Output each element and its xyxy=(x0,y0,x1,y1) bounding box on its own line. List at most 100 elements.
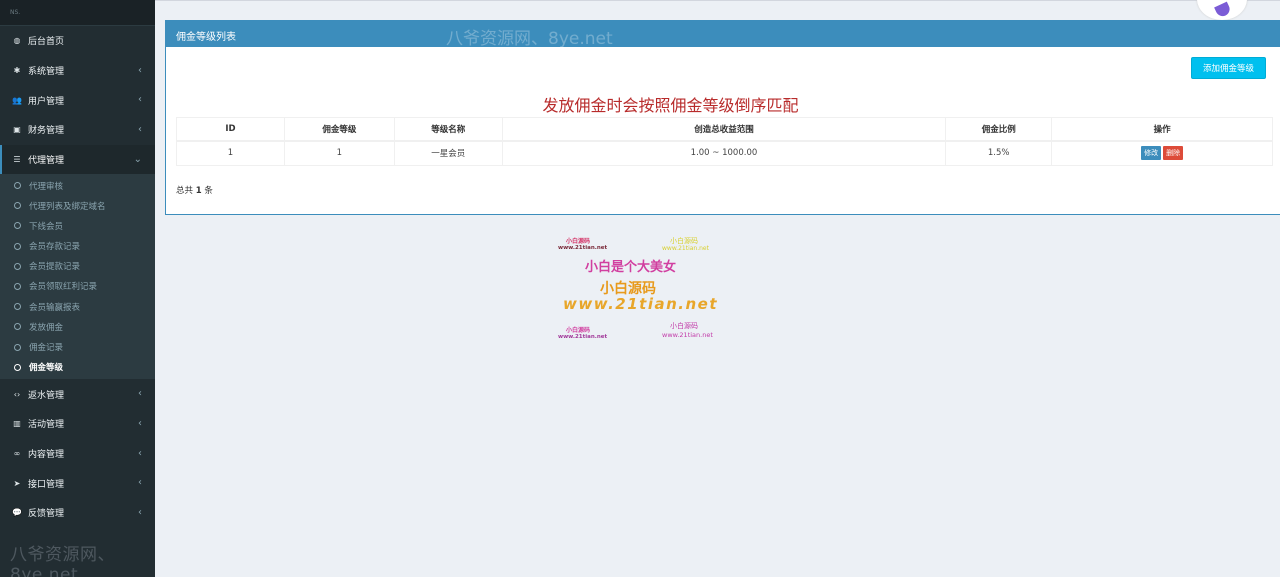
submenu-agent: 代理审核代理列表及绑定域名下线会员会员存款记录会员提款记录会员领取红利记录会员输… xyxy=(0,174,155,380)
submenu-item-label: 佣金等级 xyxy=(29,363,64,374)
total-count: 总共 1 条 xyxy=(176,184,213,196)
cell-level: 1 xyxy=(283,140,395,166)
commission-level-box: 佣金等级列表 八爷资源网、8ye.net 添加佣金等级 发放佣金时会按照佣金等级… xyxy=(165,20,1280,215)
header-watermark: 八爷资源网、8ye.net xyxy=(446,29,613,49)
delete-button[interactable]: 删除 xyxy=(1163,146,1184,161)
submenu-item-label: 下线会员 xyxy=(29,221,64,232)
submenu-item-3[interactable]: 会员存款记录 xyxy=(0,236,155,256)
sidebar: NS. ◍ 后台首页 ✱ 系统管理 ‹ 👥 用户管理 ‹ ▣ 财务管理 ‹ ☰ 代理管理 ⌄ 代理审核 代理… xyxy=(0,0,155,577)
submenu-item-4[interactable]: 会员提款记录 xyxy=(0,256,155,276)
money-icon: ▣ xyxy=(13,125,21,135)
col-range: 创造总收益范围 xyxy=(501,117,947,142)
chevron-down-icon: ⌄ xyxy=(133,153,142,165)
submenu-item-1[interactable]: 代理列表及绑定域名 xyxy=(0,196,155,216)
circle-icon xyxy=(14,242,21,250)
link-icon: ∞ xyxy=(13,449,21,459)
circle-icon xyxy=(14,343,21,351)
sidebar-item-top-4[interactable]: ☰ 代理管理 ⌄ xyxy=(0,144,155,175)
wm-small4-title: 小白源码 xyxy=(670,322,698,330)
circle-icon xyxy=(14,222,21,230)
col-id: ID xyxy=(176,117,285,142)
circle-icon xyxy=(14,303,21,311)
col-name: 等级名称 xyxy=(393,117,503,142)
sidebar-item-bottom-1[interactable]: ▥ 活动管理 ‹ xyxy=(0,409,155,439)
circle-icon xyxy=(14,202,21,210)
wm-small3-title: 小白源码 xyxy=(566,327,591,334)
logo: NS. xyxy=(0,0,155,26)
cell-range: 1.00 ~ 1000.00 xyxy=(501,140,947,166)
sidebar-item-bottom-0[interactable]: ‹› 返水管理 ‹ xyxy=(0,379,155,409)
sidebar-item-label: 后台首页 xyxy=(28,37,65,48)
wm-small1-url: www.21tian.net xyxy=(558,245,608,251)
submenu-item-0[interactable]: 代理审核 xyxy=(0,175,155,195)
chevron-left-icon: ‹ xyxy=(138,418,142,429)
dashboard-icon: ◍ xyxy=(13,36,21,46)
sidebar-item-top-3[interactable]: ▣ 财务管理 ‹ xyxy=(0,115,155,145)
top-border xyxy=(155,0,1280,1)
total-number: 1 xyxy=(195,186,202,196)
box-header: 佣金等级列表 xyxy=(166,20,1280,47)
submenu-item-2[interactable]: 下线会员 xyxy=(0,216,155,236)
wm-small4-url: www.21tian.net xyxy=(662,331,713,339)
chevron-left-icon: ‹ xyxy=(138,477,142,489)
wm-url: www.21tian.net xyxy=(563,295,719,313)
circle-icon xyxy=(14,182,21,190)
submenu-item-label: 发放佣金 xyxy=(29,322,64,333)
submenu-item-7[interactable]: 发放佣金 xyxy=(0,317,155,337)
sidebar-item-label: 活动管理 xyxy=(28,420,65,431)
table-header-row: ID 佣金等级 等级名称 创造总收益范围 佣金比例 操作 xyxy=(176,117,1273,142)
users-icon: 👥 xyxy=(12,95,22,105)
submenu-item-6[interactable]: 会员输赢报表 xyxy=(0,297,155,317)
map-icon: ▥ xyxy=(13,419,21,429)
submenu-item-label: 佣金记录 xyxy=(29,343,64,354)
chevron-left-icon: ‹ xyxy=(138,64,142,76)
edit-button[interactable]: 修改 xyxy=(1141,146,1162,161)
submenu-item-5[interactable]: 会员领取红利记录 xyxy=(0,276,155,296)
chevron-left-icon: ‹ xyxy=(138,388,142,400)
sidebar-item-label: 返水管理 xyxy=(28,390,65,401)
circle-icon xyxy=(14,363,21,371)
chevron-left-icon: ‹ xyxy=(138,507,142,519)
chevron-left-icon: ‹ xyxy=(138,124,142,136)
total-prefix: 总共 xyxy=(176,186,194,196)
cell-ratio: 1.5% xyxy=(945,140,1053,166)
paper-plane-icon: ➤ xyxy=(13,478,21,488)
wm-small2-url: www.21tian.net xyxy=(662,245,709,252)
chevron-left-icon: ‹ xyxy=(138,94,142,106)
chevron-left-icon: ‹ xyxy=(138,447,142,459)
table-row: 1 1 一星会员 1.00 ~ 1000.00 1.5% 修改 删除 xyxy=(176,140,1273,166)
commission-level-table: ID 佣金等级 等级名称 创造总收益范围 佣金比例 操作 1 1 一星会员 1.… xyxy=(176,117,1273,166)
submenu-item-label: 会员领取红利记录 xyxy=(29,282,98,293)
circle-icon xyxy=(14,262,21,270)
cell-actions: 修改 删除 xyxy=(1051,140,1273,166)
add-commission-level-button[interactable]: 添加佣金等级 xyxy=(1191,57,1266,79)
sidebar-item-label: 财务管理 xyxy=(28,126,65,137)
submenu-item-8[interactable]: 佣金记录 xyxy=(0,337,155,357)
sidebar-item-label: 用户管理 xyxy=(28,96,65,107)
sidebar-item-label: 接口管理 xyxy=(28,479,65,490)
cell-name: 一星会员 xyxy=(393,140,503,166)
sidebar-item-bottom-2[interactable]: ∞ 内容管理 ‹ xyxy=(0,439,155,469)
sidebar-item-top-2[interactable]: 👥 用户管理 ‹ xyxy=(0,85,155,115)
circle-icon xyxy=(14,282,21,290)
box-title: 佣金等级列表 xyxy=(176,32,236,43)
submenu-item-label: 会员提款记录 xyxy=(29,262,81,273)
sidebar-item-top-1[interactable]: ✱ 系统管理 ‹ xyxy=(0,56,155,86)
wm-headline: 小白是个大美女 xyxy=(585,260,677,275)
wm-small3-url: www.21tian.net xyxy=(558,334,608,340)
sidebar-item-bottom-4[interactable]: 💬 反馈管理 ‹ xyxy=(0,498,155,528)
sidebar-item-bottom-3[interactable]: ➤ 接口管理 ‹ xyxy=(0,468,155,498)
code-icon: ‹› xyxy=(13,389,21,399)
list-icon: ☰ xyxy=(13,155,21,165)
submenu-item-label: 代理审核 xyxy=(29,181,64,192)
sidebar-watermark: 八爷资源网、8ye.net xyxy=(10,545,115,577)
user-avatar[interactable] xyxy=(1197,0,1247,20)
circle-icon xyxy=(14,323,21,331)
submenu-item-9[interactable]: 佣金等级 xyxy=(0,357,155,377)
match-notice: 发放佣金时会按照佣金等级倒序匹配 xyxy=(542,96,799,115)
col-ratio: 佣金比例 xyxy=(945,117,1053,142)
cell-id: 1 xyxy=(176,140,285,166)
col-actions: 操作 xyxy=(1051,117,1273,142)
sidebar-item-top-0[interactable]: ◍ 后台首页 xyxy=(0,26,155,56)
sidebar-item-label: 反馈管理 xyxy=(28,509,65,520)
